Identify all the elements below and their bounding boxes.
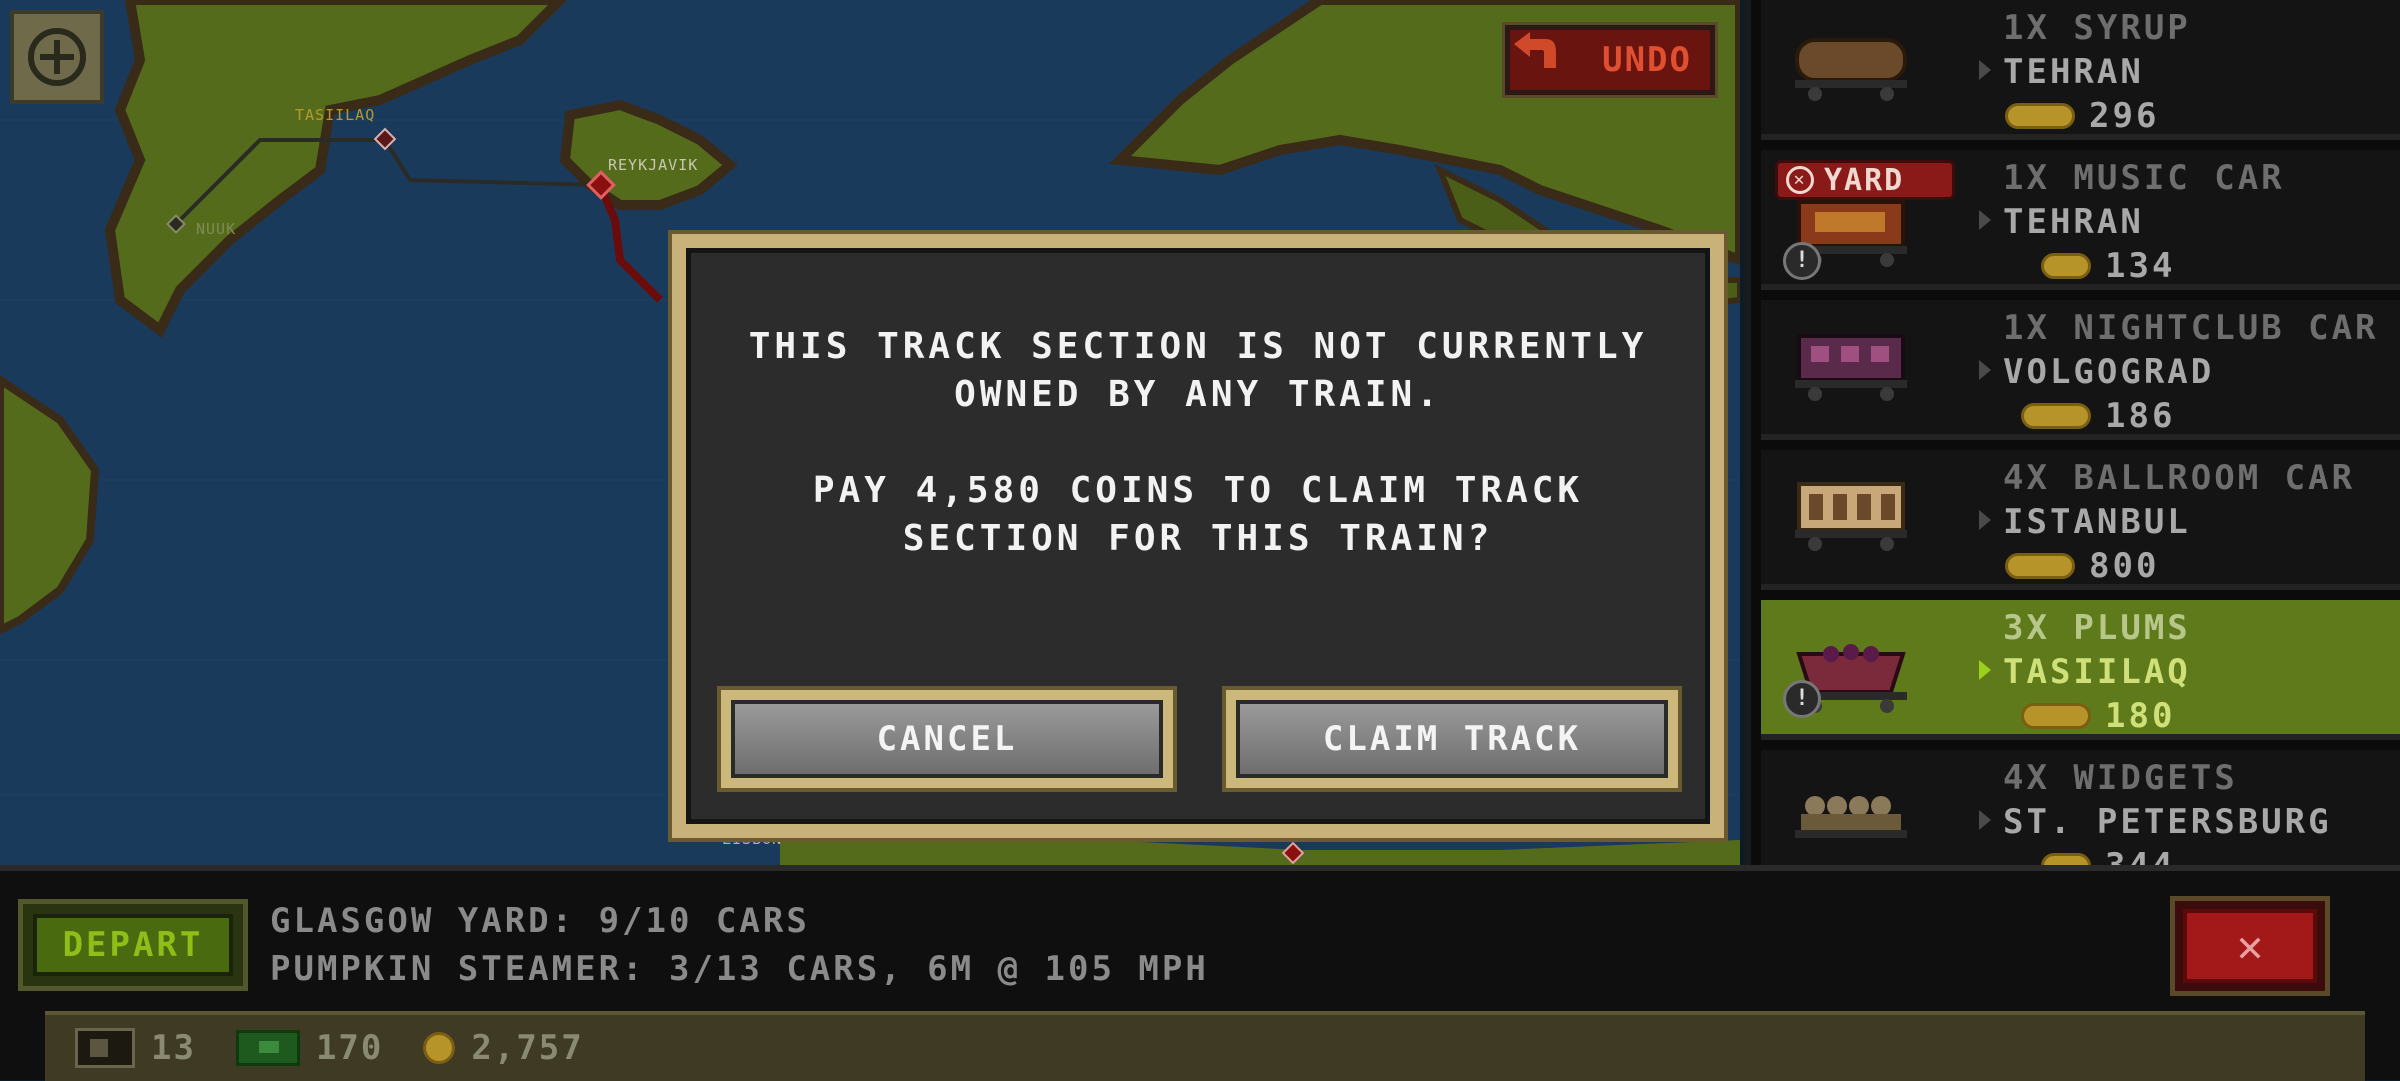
depart-button[interactable]: DEPART: [18, 899, 248, 991]
dialog-line: SECTION FOR THIS TRAIN?: [902, 518, 1494, 559]
coin-stack-icon: [2041, 253, 2091, 279]
coin-stack-icon: [2021, 403, 2091, 429]
resource-bar: 13 170 2,757: [45, 1011, 2365, 1081]
coin-stack-icon: [2005, 553, 2075, 579]
cargo-value: 800: [2005, 546, 2159, 586]
cargo-destination: TASIILAQ: [2003, 652, 2191, 692]
warning-icon: !: [1783, 242, 1821, 280]
cargo-item[interactable]: 1X NIGHTCLUB CAR VOLGOGRAD 186: [1761, 300, 2400, 440]
cargo-item[interactable]: 1X SYRUP TEHRAN 296: [1761, 0, 2400, 140]
depart-label: DEPART: [33, 914, 233, 976]
route-arrow-icon: [1979, 60, 1991, 80]
cash-icon: [235, 1030, 300, 1066]
cargo-quantity: 1X MUSIC CAR: [2003, 158, 2285, 198]
dialog-line: PAY 4,580 COINS TO CLAIM TRACK: [812, 470, 1584, 511]
cars-count: 13: [151, 1028, 196, 1068]
city-label-tasiilaq[interactable]: TASIILAQ: [295, 106, 375, 124]
dialog-line: OWNED BY ANY TRAIN.: [954, 374, 1442, 415]
dialog-question: PAY 4,580 COINS TO CLAIM TRACK SECTION F…: [691, 467, 1705, 563]
cargo-quantity: 1X SYRUP: [2003, 8, 2191, 48]
cargo-value: 186: [2021, 396, 2175, 436]
city-label-reykjavik[interactable]: REYKJAVIK: [608, 156, 698, 174]
route-arrow-icon: [1979, 210, 1991, 230]
cars-stat: 13: [75, 1028, 196, 1068]
undo-button[interactable]: UNDO: [1502, 22, 1718, 98]
cargo-item[interactable]: ✕ YARD ! 1X MUSIC CAR TEHRAN 134: [1761, 150, 2400, 290]
yard-status: GLASGOW YARD: 9/10 CARS: [270, 901, 810, 941]
yard-badge[interactable]: ✕ YARD: [1775, 160, 1955, 200]
coin-stack-icon: [2005, 103, 2075, 129]
cargo-quantity: 4X BALLROOM CAR: [2003, 458, 2356, 498]
claim-track-label: CLAIM TRACK: [1236, 700, 1668, 778]
undo-arrow-icon: [1514, 32, 1556, 68]
cargo-value: 296: [2005, 96, 2159, 136]
cargo-destination: ST. PETERSBURG: [2003, 802, 2332, 842]
close-icon: ✕: [2183, 909, 2317, 983]
widget-car-icon: [1795, 796, 1907, 838]
train-info-panel: DEPART GLASGOW YARD: 9/10 CARS PUMPKIN S…: [0, 865, 2400, 1081]
cargo-list[interactable]: 1X SYRUP TEHRAN 296 ✕ YARD ! 1X MUSIC CA…: [1745, 0, 2400, 886]
cargo-quantity: 1X NIGHTCLUB CAR: [2003, 308, 2379, 348]
dialog-line: THIS TRACK SECTION IS NOT CURRENTLY: [748, 326, 1648, 367]
undo-label: UNDO: [1602, 40, 1692, 80]
ballroom-car-icon: [1795, 482, 1907, 551]
cargo-quantity: 4X WIDGETS: [2003, 758, 2238, 798]
zoom-in-button[interactable]: [10, 10, 104, 104]
remove-icon: ✕: [1786, 166, 1814, 194]
coin-stack-icon: [2021, 703, 2091, 729]
coins-amount: 2,757: [471, 1028, 584, 1068]
route-arrow-icon: [1979, 510, 1991, 530]
coin-icon: [423, 1032, 456, 1064]
cargo-item-selected[interactable]: ! 3X PLUMS TASIILAQ 180: [1761, 600, 2400, 740]
cargo-item[interactable]: 4X WIDGETS ST. PETERSBURG 344: [1761, 750, 2400, 886]
route-arrow-icon: [1979, 660, 1991, 680]
route-arrow-icon: [1979, 360, 1991, 380]
dialog-message: THIS TRACK SECTION IS NOT CURRENTLY OWNE…: [691, 323, 1705, 419]
tank-car-icon: [1795, 38, 1907, 101]
nightclub-car-icon: [1795, 334, 1907, 401]
claim-track-button[interactable]: CLAIM TRACK: [1222, 686, 1682, 792]
cancel-label: CANCEL: [731, 700, 1163, 778]
warning-icon: !: [1783, 680, 1821, 718]
cash-amount: 170: [315, 1028, 384, 1068]
city-label-nuuk[interactable]: NUUK: [196, 220, 236, 238]
cargo-item[interactable]: 4X BALLROOM CAR ISTANBUL 800: [1761, 450, 2400, 590]
cargo-destination: ISTANBUL: [2003, 502, 2191, 542]
cargo-quantity: 3X PLUMS: [2003, 608, 2191, 648]
cash-stat: 170: [235, 1028, 384, 1068]
yard-badge-label: YARD: [1824, 162, 1905, 198]
cargo-value: 180: [2021, 696, 2175, 736]
coins-stat: 2,757: [423, 1028, 583, 1068]
cargo-destination: TEHRAN: [2003, 202, 2144, 242]
cargo-destination: TEHRAN: [2003, 52, 2144, 92]
train-car-icon: [75, 1028, 135, 1068]
cancel-button[interactable]: CANCEL: [717, 686, 1177, 792]
close-button[interactable]: ✕: [2170, 896, 2330, 996]
claim-track-dialog: THIS TRACK SECTION IS NOT CURRENTLY OWNE…: [668, 230, 1728, 842]
game-screen: TASIILAQ NUUK REYKJAVIK LISBON UNDO 1X S…: [0, 0, 2400, 1081]
train-status: PUMPKIN STEAMER: 3/13 CARS, 6M @ 105 MPH: [270, 949, 1209, 989]
cargo-destination: VOLGOGRAD: [2003, 352, 2215, 392]
plus-icon: [28, 28, 86, 86]
route-arrow-icon: [1979, 810, 1991, 830]
cargo-value: 134: [2041, 246, 2175, 286]
